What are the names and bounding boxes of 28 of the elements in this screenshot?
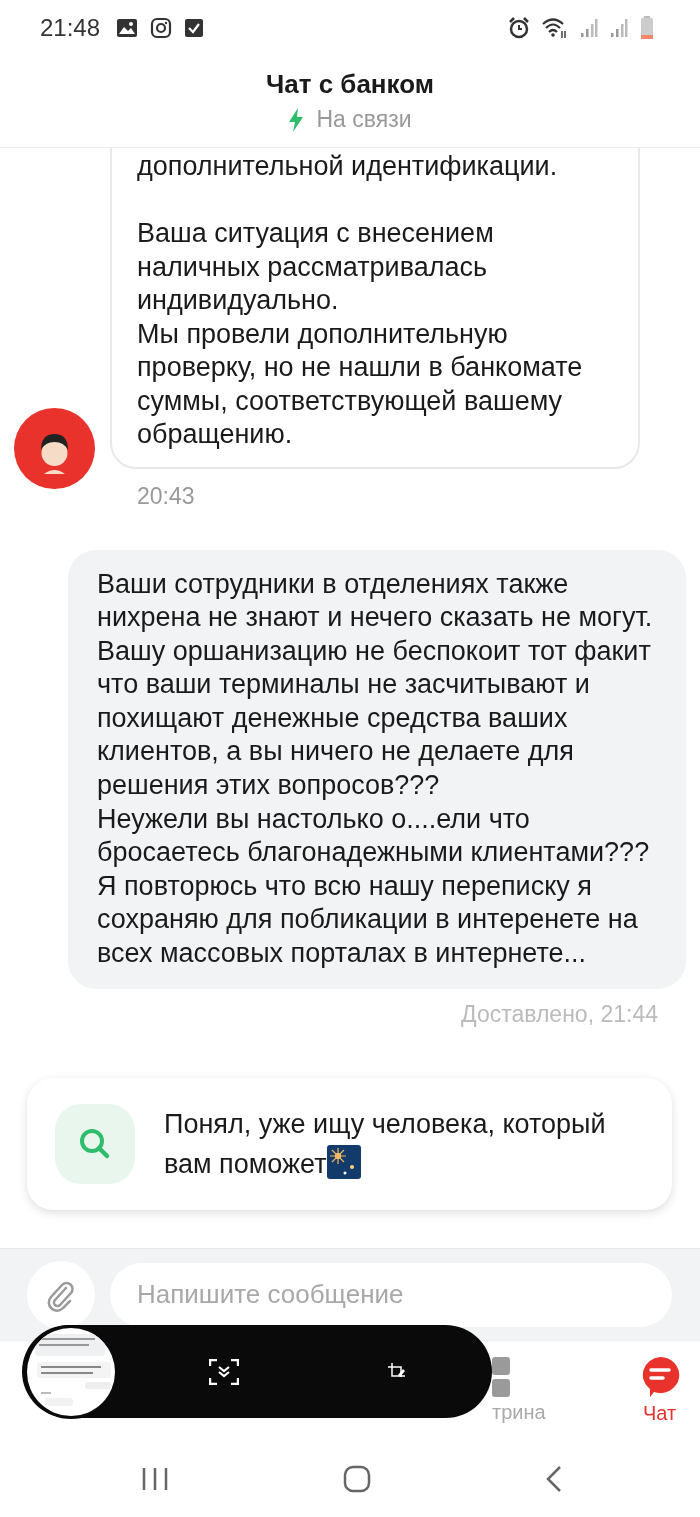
message-input[interactable]: Напишите сообщение <box>110 1262 672 1327</box>
lightning-icon <box>288 107 305 132</box>
home-button[interactable] <box>343 1464 371 1493</box>
delivery-status: Доставлено, 21:44 <box>461 1000 658 1028</box>
clock-time: 21:48 <box>40 13 101 42</box>
checkbox-icon <box>184 17 205 38</box>
scroll-capture-button[interactable] <box>209 1358 239 1385</box>
system-message-text: Понял, уже ищу человека, который вам поможет <box>164 1107 607 1181</box>
back-button[interactable] <box>546 1464 562 1493</box>
battery-icon <box>640 15 654 40</box>
signal-icon <box>580 17 598 38</box>
message-time: 20:43 <box>137 482 196 510</box>
fireworks-icon <box>326 1144 361 1179</box>
chat-title: Чат с банком <box>265 69 434 100</box>
grid-icon <box>492 1357 512 1397</box>
message-bubble: дополнительной идентификации. Ваша ситуация с внесением наличных рассматривалась индивидуально. Мы провели дополнительную проверку, но не нашли в банкомате суммы, соответствующей вашему обращению. <box>110 148 640 469</box>
search-icon <box>55 1103 135 1184</box>
signal-icon <box>610 17 628 38</box>
scroll-capture-icon <box>209 1358 239 1385</box>
message-bubble: Ваши сотрудники в отделениях также нихрена не знают и нечего сказать не могут. Вашу оршанизацию не беспокоит тот факит что ваши терминалы не засчитывают и похищают денежные средства ваших клиентов, а вы ничего не делаете для решения этих вопросов??? Неужели вы настолько о....ели что бросаетесь благонадежными клиентами??? Я повторюсь что всю нашу переписку я сохраняю для побликации в интеренете на всех массовых порталах в интернете... <box>68 549 686 989</box>
nav-tab[interactable]: трина <box>492 1357 572 1424</box>
wifi-icon <box>542 16 568 39</box>
image-icon <box>116 17 139 38</box>
alarm-icon <box>508 16 530 39</box>
recent-apps-button[interactable] <box>142 1466 168 1491</box>
connection-status: На связи <box>316 106 412 133</box>
camera-icon <box>150 16 173 39</box>
nav-tab[interactable]: Чат <box>619 1356 700 1425</box>
